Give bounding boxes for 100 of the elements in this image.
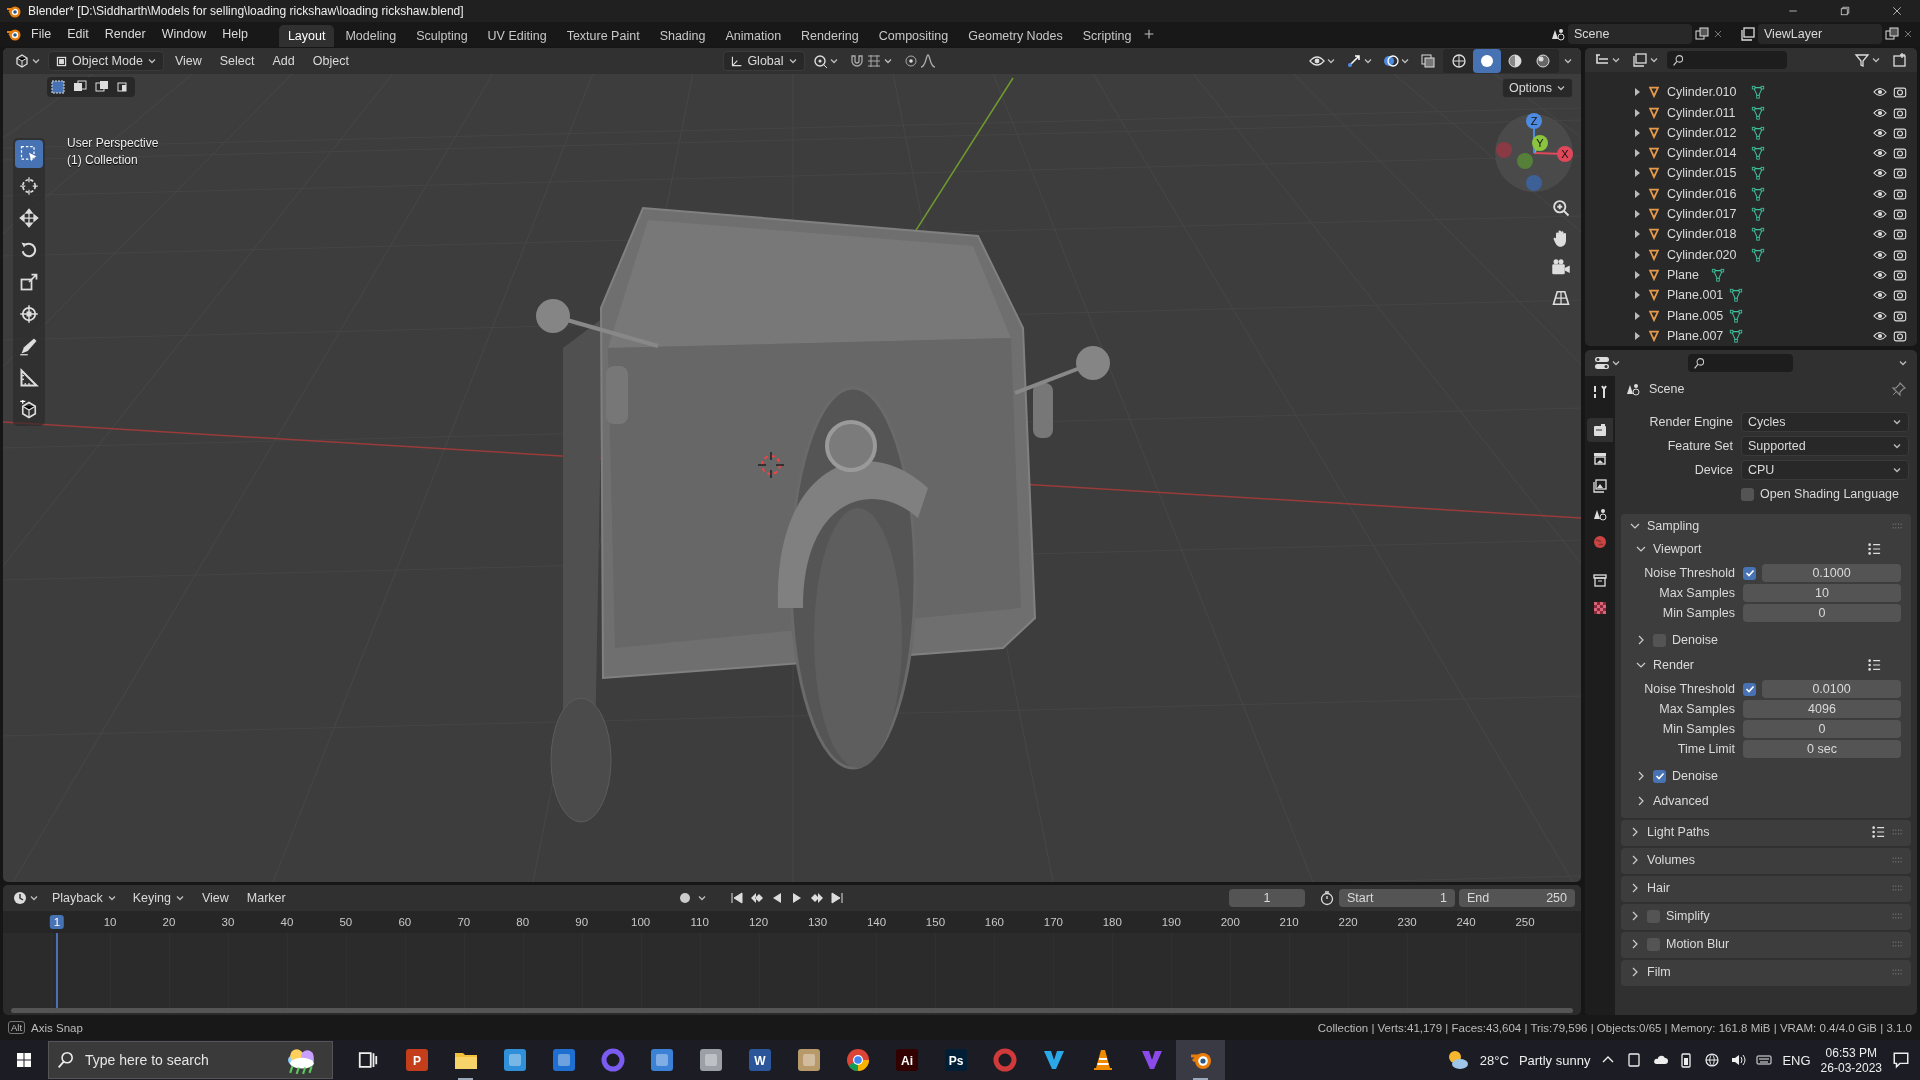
- taskbar-search-field[interactable]: Type here to search: [48, 1041, 333, 1079]
- frame-number: 100: [630, 915, 652, 929]
- checkbox-label[interactable]: Open Shading Language: [1760, 487, 1899, 501]
- number-field[interactable]: 0: [1743, 604, 1901, 622]
- panel-title[interactable]: Sampling: [1647, 519, 1700, 533]
- panel-title[interactable]: Film: [1647, 965, 1671, 979]
- frame-number: 220: [1337, 915, 1359, 929]
- workspace-tab[interactable]: Compositing: [869, 24, 958, 47]
- axis-ball[interactable]: Z: [1526, 113, 1542, 129]
- frame-number: 200: [1219, 915, 1241, 929]
- panel-title[interactable]: Light Paths: [1647, 825, 1710, 839]
- menu-item[interactable]: Edit: [60, 24, 96, 44]
- workspace-tab[interactable]: Modeling: [336, 24, 406, 47]
- weather-temperature[interactable]: 28°C: [1479, 1052, 1509, 1068]
- app-icon[interactable]: W: [747, 1048, 772, 1072]
- field-label: Feature Set: [1666, 439, 1733, 453]
- menu-item[interactable]: Select: [212, 51, 262, 71]
- orientation-dropdown[interactable]: Global: [723, 51, 805, 71]
- view-layer-field[interactable]: ViewLayer: [1758, 24, 1882, 44]
- subpanel-title[interactable]: Viewport: [1653, 542, 1702, 556]
- number-field[interactable]: 0.1000: [1762, 564, 1901, 582]
- number-field[interactable]: 0.0100: [1762, 680, 1901, 698]
- weather-text[interactable]: Partly sunny: [1518, 1052, 1591, 1068]
- workspace-tab[interactable]: UV Editing: [478, 24, 556, 47]
- menu-item[interactable]: Marker: [239, 888, 293, 908]
- menu-item[interactable]: View: [194, 888, 236, 908]
- app-icon[interactable]: Ai: [894, 1048, 919, 1072]
- number-field[interactable]: 4096: [1743, 700, 1901, 718]
- field-label: Noise Threshold: [1643, 682, 1735, 696]
- outliner-item[interactable]: Cylinder.016: [1667, 186, 1745, 201]
- frame-number: 1: [49, 915, 65, 929]
- subpanel-title[interactable]: Advanced: [1653, 794, 1709, 808]
- field-label: Min Samples: [1661, 722, 1735, 736]
- outliner-item[interactable]: Cylinder.014: [1667, 146, 1745, 161]
- workspace-tab[interactable]: Shading: [650, 24, 715, 47]
- key-hint: Alt: [8, 1021, 26, 1034]
- dropdown[interactable]: CPU: [1741, 460, 1909, 480]
- context-label: Scene: [1649, 382, 1685, 396]
- app-icon[interactable]: Ps: [943, 1048, 968, 1072]
- field-label: Time Limit: [1676, 742, 1735, 756]
- checkbox-label[interactable]: Denoise: [1672, 633, 1718, 647]
- outliner-item[interactable]: Plane: [1667, 267, 1705, 282]
- outliner-item[interactable]: Cylinder.012: [1667, 125, 1745, 140]
- options-dropdown[interactable]: Options: [1501, 78, 1573, 98]
- outliner-item[interactable]: Plane.005: [1667, 308, 1724, 323]
- outliner-item[interactable]: Plane.001: [1667, 288, 1724, 303]
- frame-number: 10: [102, 915, 118, 929]
- dropdown[interactable]: Cycles: [1741, 412, 1909, 432]
- start-frame-field[interactable]: Start 1: [1339, 889, 1455, 907]
- frame-number: 140: [865, 915, 888, 929]
- outliner-item[interactable]: Cylinder.010: [1667, 85, 1745, 100]
- mode-dropdown[interactable]: Object Mode: [48, 51, 164, 71]
- field-label: Noise Threshold: [1643, 566, 1735, 580]
- workspace-tab[interactable]: Scripting: [1073, 24, 1141, 47]
- outliner-item[interactable]: Cylinder.011: [1667, 105, 1745, 120]
- frame-number: 120: [747, 915, 770, 929]
- workspace-tab[interactable]: Rendering: [792, 24, 868, 47]
- workspace-tab[interactable]: Texture Paint: [557, 24, 649, 47]
- field-label: Device: [1693, 463, 1733, 477]
- viewport-info-text: (1) Collection: [67, 153, 139, 167]
- checkbox-label[interactable]: Denoise: [1672, 769, 1718, 783]
- dropdown[interactable]: Supported: [1741, 436, 1909, 456]
- workspace-tab[interactable]: Animation: [716, 24, 791, 47]
- menu-item[interactable]: View: [167, 51, 209, 71]
- menu-item[interactable]: File: [24, 24, 59, 44]
- workspace-tab[interactable]: Sculpting: [407, 24, 477, 47]
- outliner-item[interactable]: Cylinder.015: [1667, 166, 1745, 181]
- panel-title[interactable]: Simplify: [1666, 909, 1710, 923]
- menu-item[interactable]: Render: [97, 24, 153, 44]
- menu-item[interactable]: Window: [154, 24, 214, 44]
- frame-number: 80: [515, 915, 531, 929]
- axis-ball[interactable]: Y: [1532, 135, 1548, 151]
- frame-number: 150: [924, 915, 947, 929]
- workspace-tab[interactable]: Geometry Nodes: [959, 24, 1072, 47]
- field-label: Render Engine: [1648, 415, 1733, 429]
- menu-item[interactable]: Add: [265, 51, 302, 71]
- number-field[interactable]: 0 sec: [1743, 740, 1901, 758]
- frame-number: 250: [1514, 915, 1536, 929]
- field-label: Max Samples: [1658, 586, 1735, 600]
- number-field[interactable]: 0: [1743, 720, 1901, 738]
- outliner-item[interactable]: Cylinder.018: [1667, 227, 1745, 242]
- frame-number: 40: [279, 915, 295, 929]
- outliner-item[interactable]: Cylinder.017: [1667, 207, 1745, 222]
- app-icon[interactable]: P: [404, 1048, 429, 1072]
- axis-ball[interactable]: X: [1557, 146, 1573, 162]
- end-frame-field[interactable]: End 250: [1459, 889, 1575, 907]
- menu-item[interactable]: Object: [305, 51, 356, 71]
- panel-title[interactable]: Hair: [1647, 881, 1670, 895]
- outliner-item[interactable]: Plane.007: [1667, 328, 1724, 343]
- outliner-item[interactable]: Cylinder.020: [1667, 247, 1745, 262]
- clock[interactable]: 06:53 PM 26-03-2023: [1820, 1045, 1882, 1075]
- language-indicator[interactable]: ENG: [1782, 1052, 1811, 1068]
- subpanel-title[interactable]: Render: [1653, 658, 1694, 672]
- panel-title[interactable]: Volumes: [1647, 853, 1695, 867]
- menu-item[interactable]: Help: [215, 24, 255, 44]
- scene-field[interactable]: Scene: [1568, 24, 1692, 44]
- current-frame-field[interactable]: 1: [1229, 889, 1305, 907]
- workspace-tab[interactable]: Layout: [278, 24, 335, 47]
- number-field[interactable]: 10: [1743, 584, 1901, 602]
- panel-title[interactable]: Motion Blur: [1666, 937, 1730, 951]
